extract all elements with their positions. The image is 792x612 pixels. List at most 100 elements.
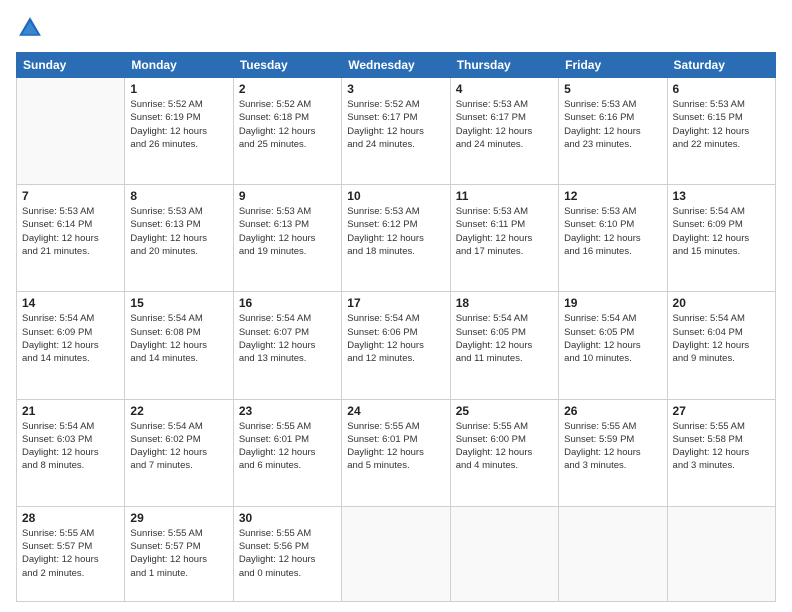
day-info: Sunrise: 5:54 AMSunset: 6:05 PMDaylight:… xyxy=(564,312,661,365)
calendar-cell: 20 Sunrise: 5:54 AMSunset: 6:04 PMDayligh… xyxy=(667,292,775,399)
calendar-cell: 17Sunrise: 5:54 AMSunset: 6:06 PMDayligh… xyxy=(342,292,450,399)
day-number: 6 xyxy=(673,82,770,96)
week-row-3: 14 Sunrise: 5:54 AMSunset: 6:09 PMDayligh… xyxy=(17,292,776,399)
calendar-cell xyxy=(559,506,667,601)
day-number: 2 xyxy=(239,82,336,96)
day-number: 19 xyxy=(564,296,661,310)
header xyxy=(16,14,776,42)
calendar-cell xyxy=(342,506,450,601)
calendar-cell: 1Sunrise: 5:52 AMSunset: 6:19 PMDaylight… xyxy=(125,78,233,185)
day-info: Sunrise: 5:53 AMSunset: 6:17 PMDaylight:… xyxy=(456,98,553,151)
calendar-cell: 14 Sunrise: 5:54 AMSunset: 6:09 PMDayligh… xyxy=(17,292,125,399)
weekday-header-tuesday: Tuesday xyxy=(233,53,341,78)
day-number: 20 xyxy=(673,296,770,310)
day-info: Sunrise: 5:55 AMSunset: 6:00 PMDaylight:… xyxy=(456,420,553,473)
day-info: Sunrise: 5:54 AMSunset: 6:03 PMDaylight:… xyxy=(22,420,119,473)
day-info: Sunrise: 5:53 AMSunset: 6:16 PMDaylight:… xyxy=(564,98,661,151)
day-number: 21 xyxy=(22,404,119,418)
week-row-5: 28 Sunrise: 5:55 AMSunset: 5:57 PMDayligh… xyxy=(17,506,776,601)
weekday-header-saturday: Saturday xyxy=(667,53,775,78)
calendar-cell: 29 Sunrise: 5:55 AMSunset: 5:57 PMDayligh… xyxy=(125,506,233,601)
day-number: 7 xyxy=(22,189,119,203)
day-info: Sunrise: 5:54 AMSunset: 6:09 PMDaylight:… xyxy=(673,205,770,258)
day-info: Sunrise: 5:53 AMSunset: 6:13 PMDaylight:… xyxy=(130,205,227,258)
day-info: Sunrise: 5:53 AMSunset: 6:14 PMDaylight:… xyxy=(22,205,119,258)
calendar-cell xyxy=(17,78,125,185)
calendar-cell: 21 Sunrise: 5:54 AMSunset: 6:03 PMDayligh… xyxy=(17,399,125,506)
calendar-cell: 4 Sunrise: 5:53 AMSunset: 6:17 PMDaylight… xyxy=(450,78,558,185)
day-number: 16 xyxy=(239,296,336,310)
calendar-cell: 25 Sunrise: 5:55 AMSunset: 6:00 PMDayligh… xyxy=(450,399,558,506)
day-info: Sunrise: 5:53 AMSunset: 6:13 PMDaylight:… xyxy=(239,205,336,258)
calendar-cell: 6 Sunrise: 5:53 AMSunset: 6:15 PMDaylight… xyxy=(667,78,775,185)
day-info: Sunrise: 5:53 AMSunset: 6:11 PMDaylight:… xyxy=(456,205,553,258)
calendar-cell: 19 Sunrise: 5:54 AMSunset: 6:05 PMDayligh… xyxy=(559,292,667,399)
week-row-2: 7 Sunrise: 5:53 AMSunset: 6:14 PMDaylight… xyxy=(17,185,776,292)
day-number: 27 xyxy=(673,404,770,418)
day-info: Sunrise: 5:53 AMSunset: 6:15 PMDaylight:… xyxy=(673,98,770,151)
day-info: Sunrise: 5:55 AMSunset: 5:59 PMDaylight:… xyxy=(564,420,661,473)
day-number: 1 xyxy=(130,82,227,96)
calendar-cell: 26Sunrise: 5:55 AMSunset: 5:59 PMDayligh… xyxy=(559,399,667,506)
day-number: 28 xyxy=(22,511,119,525)
calendar-cell: 3Sunrise: 5:52 AMSunset: 6:17 PMDaylight… xyxy=(342,78,450,185)
calendar-cell: 23 Sunrise: 5:55 AMSunset: 6:01 PMDayligh… xyxy=(233,399,341,506)
calendar-cell: 11 Sunrise: 5:53 AMSunset: 6:11 PMDayligh… xyxy=(450,185,558,292)
day-info: Sunrise: 5:52 AMSunset: 6:18 PMDaylight:… xyxy=(239,98,336,151)
logo xyxy=(16,14,48,42)
day-number: 9 xyxy=(239,189,336,203)
day-number: 18 xyxy=(456,296,553,310)
day-number: 10 xyxy=(347,189,444,203)
day-info: Sunrise: 5:55 AMSunset: 5:57 PMDaylight:… xyxy=(22,527,119,580)
day-info: Sunrise: 5:54 AMSunset: 6:04 PMDaylight:… xyxy=(673,312,770,365)
day-info: Sunrise: 5:55 AMSunset: 5:58 PMDaylight:… xyxy=(673,420,770,473)
calendar-cell: 18 Sunrise: 5:54 AMSunset: 6:05 PMDayligh… xyxy=(450,292,558,399)
day-number: 4 xyxy=(456,82,553,96)
day-info: Sunrise: 5:54 AMSunset: 6:07 PMDaylight:… xyxy=(239,312,336,365)
day-number: 11 xyxy=(456,189,553,203)
day-number: 13 xyxy=(673,189,770,203)
calendar-cell: 22 Sunrise: 5:54 AMSunset: 6:02 PMDayligh… xyxy=(125,399,233,506)
calendar-cell xyxy=(450,506,558,601)
day-number: 14 xyxy=(22,296,119,310)
week-row-4: 21 Sunrise: 5:54 AMSunset: 6:03 PMDayligh… xyxy=(17,399,776,506)
day-number: 29 xyxy=(130,511,227,525)
day-info: Sunrise: 5:55 AMSunset: 5:56 PMDaylight:… xyxy=(239,527,336,580)
calendar-cell: 28 Sunrise: 5:55 AMSunset: 5:57 PMDayligh… xyxy=(17,506,125,601)
day-info: Sunrise: 5:54 AMSunset: 6:08 PMDaylight:… xyxy=(130,312,227,365)
day-info: Sunrise: 5:52 AMSunset: 6:17 PMDaylight:… xyxy=(347,98,444,151)
day-number: 17 xyxy=(347,296,444,310)
page: SundayMondayTuesdayWednesdayThursdayFrid… xyxy=(0,0,792,612)
day-info: Sunrise: 5:53 AMSunset: 6:10 PMDaylight:… xyxy=(564,205,661,258)
day-number: 30 xyxy=(239,511,336,525)
day-info: Sunrise: 5:55 AMSunset: 5:57 PMDaylight:… xyxy=(130,527,227,580)
day-info: Sunrise: 5:53 AMSunset: 6:12 PMDaylight:… xyxy=(347,205,444,258)
day-info: Sunrise: 5:54 AMSunset: 6:05 PMDaylight:… xyxy=(456,312,553,365)
day-info: Sunrise: 5:54 AMSunset: 6:02 PMDaylight:… xyxy=(130,420,227,473)
calendar-cell: 16 Sunrise: 5:54 AMSunset: 6:07 PMDayligh… xyxy=(233,292,341,399)
day-number: 22 xyxy=(130,404,227,418)
day-number: 5 xyxy=(564,82,661,96)
day-number: 23 xyxy=(239,404,336,418)
weekday-header-thursday: Thursday xyxy=(450,53,558,78)
calendar-cell: 30 Sunrise: 5:55 AMSunset: 5:56 PMDayligh… xyxy=(233,506,341,601)
day-info: Sunrise: 5:55 AMSunset: 6:01 PMDaylight:… xyxy=(239,420,336,473)
day-number: 15 xyxy=(130,296,227,310)
calendar-cell: 2 Sunrise: 5:52 AMSunset: 6:18 PMDaylight… xyxy=(233,78,341,185)
calendar-cell: 15 Sunrise: 5:54 AMSunset: 6:08 PMDayligh… xyxy=(125,292,233,399)
day-number: 25 xyxy=(456,404,553,418)
weekday-header-friday: Friday xyxy=(559,53,667,78)
calendar-cell: 8 Sunrise: 5:53 AMSunset: 6:13 PMDaylight… xyxy=(125,185,233,292)
day-number: 24 xyxy=(347,404,444,418)
day-number: 12 xyxy=(564,189,661,203)
calendar-cell xyxy=(667,506,775,601)
weekday-header-row: SundayMondayTuesdayWednesdayThursdayFrid… xyxy=(17,53,776,78)
calendar-cell: 10 Sunrise: 5:53 AMSunset: 6:12 PMDayligh… xyxy=(342,185,450,292)
weekday-header-sunday: Sunday xyxy=(17,53,125,78)
day-number: 8 xyxy=(130,189,227,203)
week-row-1: 1Sunrise: 5:52 AMSunset: 6:19 PMDaylight… xyxy=(17,78,776,185)
calendar-cell: 9 Sunrise: 5:53 AMSunset: 6:13 PMDaylight… xyxy=(233,185,341,292)
calendar-cell: 5 Sunrise: 5:53 AMSunset: 6:16 PMDaylight… xyxy=(559,78,667,185)
calendar-table: SundayMondayTuesdayWednesdayThursdayFrid… xyxy=(16,52,776,602)
day-info: Sunrise: 5:54 AMSunset: 6:09 PMDaylight:… xyxy=(22,312,119,365)
